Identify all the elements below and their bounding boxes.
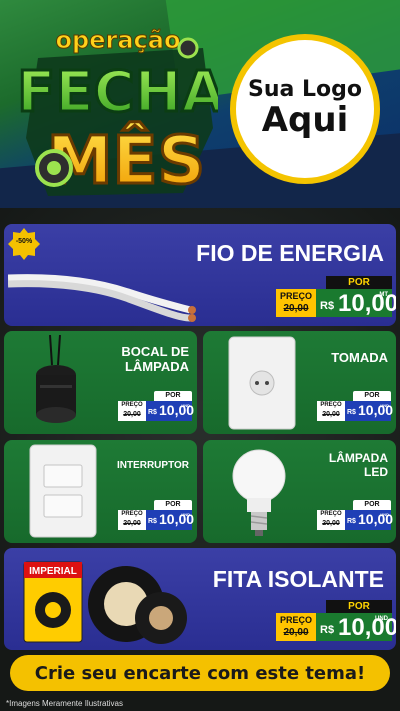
old-price: 20,00 <box>123 411 141 418</box>
old-price-box: PREÇO 20,00 <box>317 510 345 530</box>
product-card-fio[interactable]: FIO DE ENERGIA -50% POR PREÇO 20,00 R$ 1… <box>4 224 396 326</box>
product-card-fita[interactable]: FITA ISOLANTE IMPERIAL POR PREÇO 20,00 R… <box>4 548 396 650</box>
outlet-image <box>228 336 296 430</box>
discount-badge-text: -50% <box>15 238 33 245</box>
light-switch-image <box>29 444 97 538</box>
price-preco-label: PREÇO <box>279 291 312 301</box>
old-price-box: PREÇO 20,00 <box>317 401 345 421</box>
current-price-box: R$ 10,00 UND <box>345 510 393 530</box>
package-brand-text: IMPERIAL <box>29 566 77 577</box>
footnote: *Imagens Meramente Ilustrativas <box>6 699 123 708</box>
price-unit: UND <box>380 512 389 517</box>
product-title: TOMADA <box>331 350 388 365</box>
product-card-bocal[interactable]: BOCAL DE LÂMPADA POR PREÇO 20,00 R$ 10,0… <box>4 331 197 434</box>
current-price-box: R$ 10,00 UND <box>316 613 396 641</box>
price-tag: POR PREÇO 20,00 R$ 10,00 UND <box>118 391 194 421</box>
price-tag: POR PREÇO 20,00 R$ 10,00 UND <box>317 391 393 421</box>
current-price-box: R$ 10,00 UND <box>146 510 194 530</box>
logo-placeholder-line2: Aqui <box>261 100 349 141</box>
product-title: INTERRUPTOR <box>116 460 189 471</box>
price-unit: MT <box>379 292 388 298</box>
campaign-line1: operação <box>56 26 181 54</box>
padlock-icon <box>35 149 73 187</box>
product-title: BOCAL DE LÂMPADA <box>121 344 189 374</box>
price-preco-label: PREÇO <box>121 402 143 408</box>
current-price-box: R$ 10,00 UND <box>345 401 393 421</box>
price-tag: POR PREÇO 20,00 R$ 10,00 UND <box>317 500 393 530</box>
price-por-label: POR <box>353 391 391 401</box>
old-price: 20,00 <box>283 303 309 314</box>
product-title: LÂMPADA LED <box>328 451 388 479</box>
current-price-box: R$ 10,00 MT <box>316 289 396 317</box>
old-price: 20,00 <box>322 411 340 418</box>
currency: R$ <box>347 518 356 525</box>
old-price-box: PREÇO 20,00 <box>276 289 316 317</box>
logo-placeholder[interactable]: Sua Logo Aqui <box>230 34 380 184</box>
price-tag: POR PREÇO 20,00 R$ 10,00 MT <box>276 276 396 317</box>
price-por-label: POR <box>326 276 392 289</box>
price-por-label: POR <box>353 500 391 510</box>
price-por-label: POR <box>154 391 192 401</box>
campaign-line2: FECHA <box>18 60 218 125</box>
price-unit: UND <box>380 403 389 408</box>
product-card-interruptor[interactable]: INTERRUPTOR POR PREÇO 20,00 R$ 10,00 UND <box>4 440 197 543</box>
cta-banner[interactable]: Crie seu encarte com este tema! <box>10 655 390 691</box>
fecha-mes-logo: operação FECHA MÊS <box>18 26 218 201</box>
wire-image <box>8 274 196 322</box>
price-preco-label: PREÇO <box>121 511 143 517</box>
price-unit: UND <box>181 403 190 408</box>
currency: R$ <box>320 300 335 312</box>
price-preco-label: PREÇO <box>320 402 342 408</box>
product-title: FITA ISOLANTE <box>212 566 384 592</box>
price-tag: POR PREÇO 20,00 R$ 10,00 UND <box>118 500 194 530</box>
old-price-box: PREÇO 20,00 <box>118 401 146 421</box>
old-price: 20,00 <box>283 627 309 638</box>
price-unit: UND <box>181 512 190 517</box>
insulating-tape-image: IMPERIAL <box>23 561 187 644</box>
led-bulb-image <box>232 449 286 536</box>
price-tag: POR PREÇO 20,00 R$ 10,00 UND <box>276 600 396 641</box>
old-price-box: PREÇO 20,00 <box>118 510 146 530</box>
currency: R$ <box>148 409 157 416</box>
currency: R$ <box>347 409 356 416</box>
old-price-box: PREÇO 20,00 <box>276 613 316 641</box>
price-preco-label: PREÇO <box>279 615 312 625</box>
product-title: FIO DE ENERGIA <box>196 240 384 266</box>
price-por-label: POR <box>326 600 392 613</box>
padlock-icon <box>177 37 199 59</box>
old-price: 20,00 <box>322 520 340 527</box>
price-por-label: POR <box>154 500 192 510</box>
price-unit: UND <box>375 616 388 622</box>
currency: R$ <box>320 624 335 636</box>
currency: R$ <box>148 518 157 525</box>
header-banner: operação FECHA MÊS Sua Logo Aqui <box>0 0 400 208</box>
old-price: 20,00 <box>123 520 141 527</box>
price-preco-label: PREÇO <box>320 511 342 517</box>
product-card-tomada[interactable]: TOMADA POR PREÇO 20,00 R$ 10,00 UND <box>203 331 396 434</box>
lamp-socket-image <box>36 335 76 423</box>
current-price-box: R$ 10,00 UND <box>146 401 194 421</box>
product-card-lampada[interactable]: LÂMPADA LED POR PREÇO 20,00 R$ 10,00 UND <box>203 440 396 543</box>
logo-placeholder-line1: Sua Logo <box>247 77 362 103</box>
